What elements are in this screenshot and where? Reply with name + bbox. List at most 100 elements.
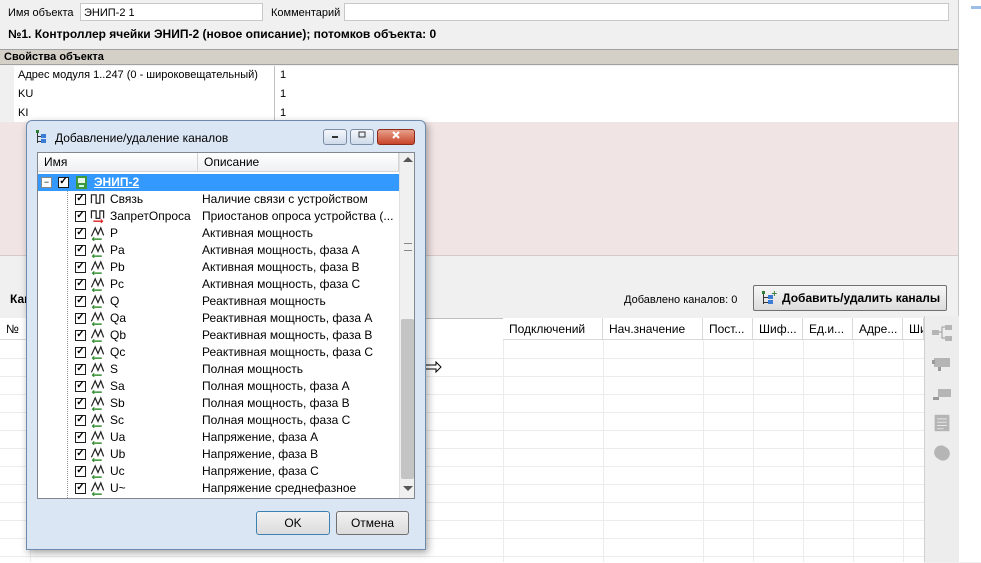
grid-row-line bbox=[0, 556, 924, 557]
item-checkbox[interactable]: ✓ bbox=[75, 211, 86, 222]
grid-col-connections[interactable]: Подключений bbox=[503, 318, 603, 340]
item-checkbox[interactable]: ✓ bbox=[75, 347, 86, 358]
tree-item-row[interactable]: ✓ Q Реактивная мощность bbox=[38, 293, 399, 310]
maximize-icon bbox=[358, 131, 366, 138]
cancel-button[interactable]: Отмена bbox=[336, 511, 409, 535]
item-checkbox[interactable]: ✓ bbox=[75, 279, 86, 290]
item-name: S bbox=[110, 362, 119, 376]
tree-col-name[interactable]: Имя bbox=[38, 153, 198, 172]
object-description: №1. Контроллер ячейки ЭНИП-2 (новое опис… bbox=[8, 27, 437, 41]
grid-col-const[interactable]: Пост... bbox=[703, 318, 753, 340]
tree-item-row[interactable]: ✓ Pc Активная мощность, фаза С bbox=[38, 276, 399, 293]
scroll-grip-icon bbox=[404, 243, 412, 251]
item-name: Qa bbox=[110, 311, 127, 325]
item-checkbox[interactable]: ✓ bbox=[75, 296, 86, 307]
plug-small-icon[interactable] bbox=[931, 386, 953, 404]
tree-item-row[interactable]: ✓ Pa Активная мощность, фаза А bbox=[38, 242, 399, 259]
item-checkbox[interactable]: ✓ bbox=[75, 330, 86, 341]
tree-item-row[interactable]: ✓ U~ Напряжение среднефазное bbox=[38, 480, 399, 497]
scroll-up-icon[interactable] bbox=[403, 157, 413, 162]
tree-item-row[interactable]: ✓ Ub Напряжение, фаза В bbox=[38, 446, 399, 463]
tree-item-row[interactable]: ✓ Qa Реактивная мощность, фаза А bbox=[38, 310, 399, 327]
list-icon[interactable] bbox=[931, 414, 953, 432]
minimize-button[interactable] bbox=[323, 129, 347, 145]
item-description: Реактивная мощность, фаза В bbox=[202, 328, 373, 342]
tree-col-desc[interactable]: Описание bbox=[198, 153, 399, 172]
property-value[interactable]: 1 bbox=[280, 85, 286, 103]
item-description: Напряжение среднефазное bbox=[202, 481, 357, 495]
tree-item-row[interactable]: ✓ Sa Полная мощность, фаза А bbox=[38, 378, 399, 395]
channels-tree[interactable]: Имя Описание − ✓ ЭНИП-2 ✓ Связь Наличие св… bbox=[37, 152, 415, 499]
item-checkbox[interactable]: ✓ bbox=[75, 313, 86, 324]
item-checkbox[interactable]: ✓ bbox=[75, 228, 86, 239]
property-name: Адрес модуля 1..247 (0 - широковещательн… bbox=[18, 66, 275, 85]
root-checkbox[interactable]: ✓ bbox=[58, 177, 69, 188]
grid-col-line bbox=[853, 340, 854, 562]
svg-text:+: + bbox=[771, 290, 778, 298]
item-checkbox[interactable]: ✓ bbox=[75, 415, 86, 426]
tree-item-row[interactable]: ✓ S Полная мощность bbox=[38, 361, 399, 378]
tree-item-row[interactable]: ✓ ЗапретОпроса Приостанов опроса устройств… bbox=[38, 208, 399, 225]
tree-item-row[interactable]: ✓ Qc Реактивная мощность, фаза С bbox=[38, 344, 399, 361]
tree-root-row[interactable]: − ✓ ЭНИП-2 bbox=[38, 174, 399, 191]
scroll-down-icon[interactable] bbox=[403, 486, 413, 491]
item-description: Активная мощность, фаза В bbox=[202, 260, 360, 274]
item-name: Qb bbox=[110, 328, 127, 342]
channels-dialog: Добавление/удаление каналов Имя Описание… bbox=[26, 120, 426, 550]
plug-icon[interactable] bbox=[931, 354, 953, 372]
analog-icon bbox=[90, 328, 105, 343]
grid-col-address[interactable]: Адре... bbox=[853, 318, 903, 340]
tree-item-row[interactable]: ✓ Sc Полная мощность, фаза С bbox=[38, 412, 399, 429]
close-button[interactable] bbox=[377, 129, 415, 145]
tree-item-row[interactable]: ✓ P Активная мощность bbox=[38, 225, 399, 242]
item-description: Полная мощность bbox=[202, 362, 304, 376]
analog-icon bbox=[90, 311, 105, 326]
item-description: Реактивная мощность, фаза А bbox=[202, 311, 373, 325]
tree-item-row[interactable]: ✓ Pb Активная мощность, фаза В bbox=[38, 259, 399, 276]
property-row[interactable]: KU 1 bbox=[14, 85, 958, 105]
analog-icon bbox=[90, 277, 105, 292]
comment-label: Комментарий bbox=[271, 7, 341, 19]
add-remove-channels-button[interactable]: + Добавить/удалить каналы bbox=[753, 285, 947, 311]
item-checkbox[interactable]: ✓ bbox=[75, 194, 86, 205]
item-description: Напряжение, фаза А bbox=[202, 430, 319, 444]
tree-item-row[interactable]: ✓ Qb Реактивная мощность, фаза В bbox=[38, 327, 399, 344]
added-count: Добавлено каналов: 0 bbox=[624, 294, 738, 306]
analog-icon bbox=[90, 413, 105, 428]
analog-icon bbox=[90, 396, 105, 411]
ok-button[interactable]: OK bbox=[256, 511, 330, 535]
item-checkbox[interactable]: ✓ bbox=[75, 466, 86, 477]
grid-col-unit[interactable]: Ед.и... bbox=[803, 318, 853, 340]
item-checkbox[interactable]: ✓ bbox=[75, 245, 86, 256]
item-checkbox[interactable]: ✓ bbox=[75, 449, 86, 460]
tree-item-row[interactable]: ✓ Uc Напряжение, фаза С bbox=[38, 463, 399, 480]
item-checkbox[interactable]: ✓ bbox=[75, 262, 86, 273]
scroll-thumb[interactable] bbox=[401, 319, 414, 479]
tree-item-row[interactable]: ✓ Ua Напряжение, фаза А bbox=[38, 429, 399, 446]
item-checkbox[interactable]: ✓ bbox=[75, 364, 86, 375]
comment-input[interactable] bbox=[344, 3, 949, 21]
item-description: Активная мощность bbox=[202, 226, 313, 240]
grid-col-initial-value[interactable]: Нач.значение bbox=[603, 318, 703, 340]
maximize-button[interactable] bbox=[350, 129, 374, 145]
item-checkbox[interactable]: ✓ bbox=[75, 381, 86, 392]
collapse-icon[interactable]: − bbox=[41, 177, 52, 188]
grid-col-line bbox=[703, 340, 704, 562]
item-checkbox[interactable]: ✓ bbox=[75, 432, 86, 443]
grid-col-cipher[interactable]: Шиф... bbox=[753, 318, 803, 340]
grid-col-width[interactable]: Ши bbox=[903, 318, 924, 340]
tree-item-row[interactable]: ✓ Sb Полная мощность, фаза В bbox=[38, 395, 399, 412]
item-checkbox[interactable]: ✓ bbox=[75, 398, 86, 409]
dialog-title: Добавление/удаление каналов bbox=[55, 131, 229, 145]
item-checkbox[interactable]: ✓ bbox=[75, 483, 86, 494]
tree-item-row[interactable]: ✓ Связь Наличие связи с устройством bbox=[38, 191, 399, 208]
right-toolbar bbox=[924, 316, 959, 562]
tree-scrollbar[interactable] bbox=[399, 153, 414, 498]
analog-icon bbox=[90, 481, 105, 496]
item-description: Активная мощность, фаза А bbox=[202, 243, 360, 257]
property-row[interactable]: Адрес модуля 1..247 (0 - широковещательн… bbox=[14, 66, 958, 86]
object-name-input[interactable]: ЭНИП-2 1 bbox=[80, 3, 263, 21]
property-value[interactable]: 1 bbox=[280, 66, 286, 84]
pill-icon[interactable] bbox=[931, 444, 953, 462]
hierarchy-icon[interactable] bbox=[931, 324, 953, 342]
